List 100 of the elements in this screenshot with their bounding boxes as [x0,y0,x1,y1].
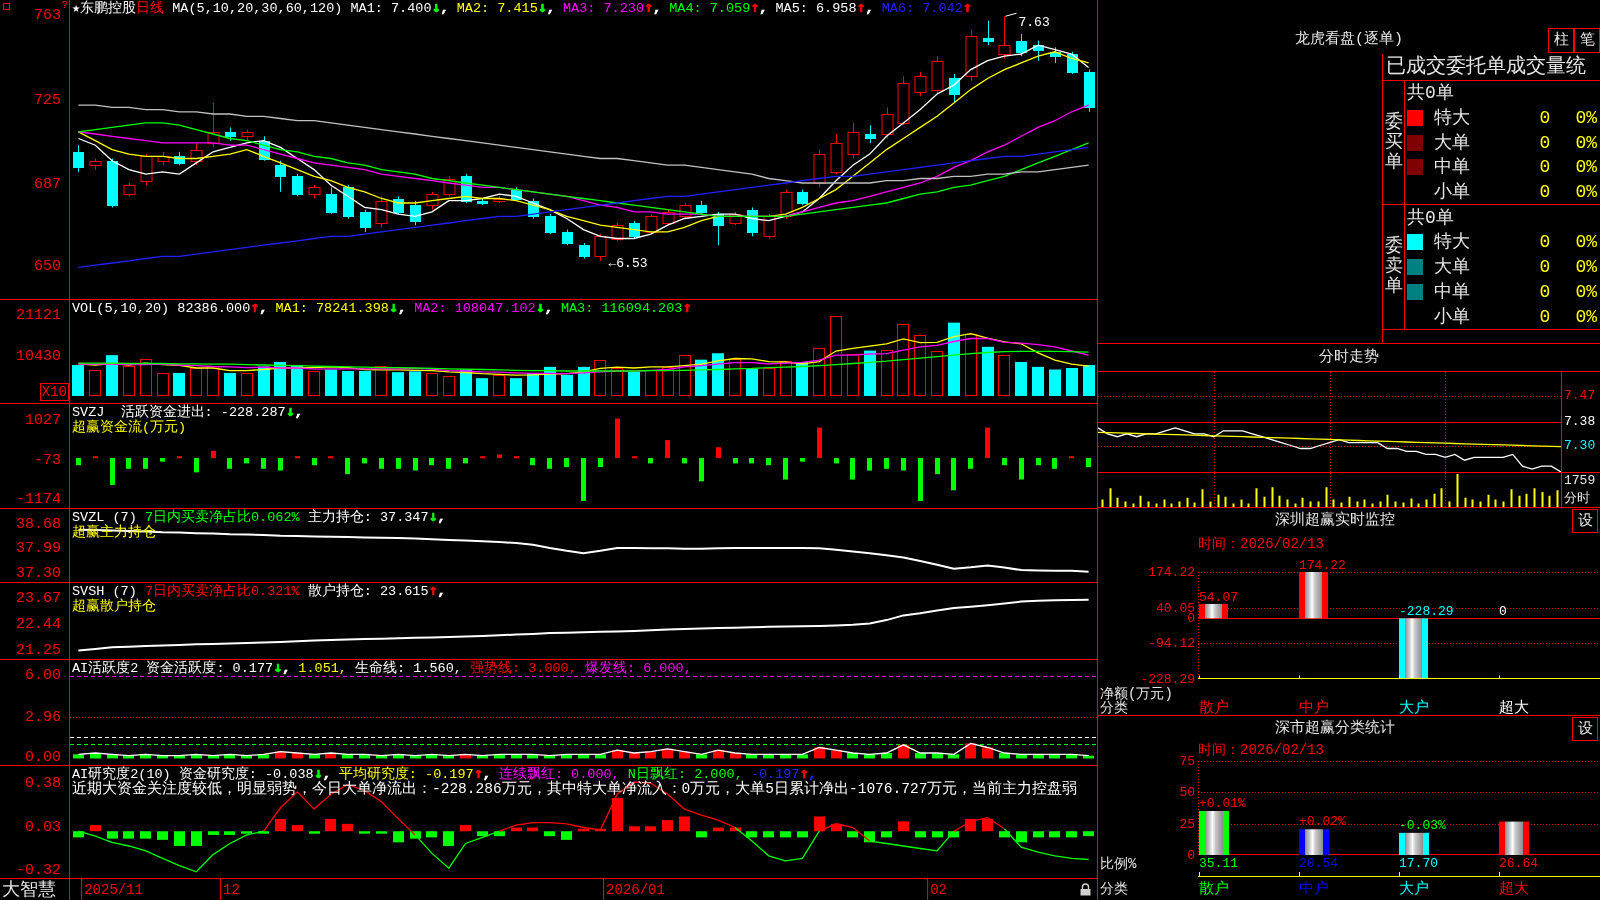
fund-flow-bar [530,458,535,466]
volume-bar [881,350,893,396]
activity-bar [1066,754,1077,759]
fund-flow-bar [1052,458,1057,469]
axis-tick-label: -73 [34,452,61,469]
panel-title: 龙虎看盘(逐单) [1295,31,1403,49]
volume-bar [173,372,185,396]
activity-bar [645,751,656,759]
research-bar [629,826,640,832]
candlestick [949,73,960,104]
candlestick [813,149,826,188]
activity-bar [763,754,774,759]
view-toggle-button[interactable]: 柱 [1548,28,1574,53]
axis-tick-label: -228.29 [1140,671,1195,687]
candlestick [865,124,876,144]
activity-bar [342,754,353,759]
research-bar [1049,831,1060,838]
indicator-readout: SVSH (7) 7日内买卖净占比0.321% 散户持仓: 23.615↑, [72,583,446,599]
order-size-label: 大单 [1434,257,1470,278]
fund-flow-bar [581,458,586,501]
research-bar [107,831,118,839]
axis-unit-label: 分时 [1564,491,1590,507]
axis-tick-label: -1174 [16,492,61,509]
settings-button[interactable]: 设 [1572,509,1598,533]
axis-tick-label: 0.38 [25,776,61,793]
volume-bar [476,378,488,396]
research-bar [595,828,606,832]
axis-tick-label: 1027 [25,413,61,430]
candlestick [308,184,321,199]
activity-bar [948,754,959,759]
volume-bar [561,374,573,396]
fund-flow-bar [598,458,603,467]
candlestick [241,129,254,142]
fund-flow-bar [985,427,990,458]
research-bar [999,831,1010,838]
volume-bar [241,373,253,396]
research-bar [679,816,690,832]
activity-bar [140,754,151,759]
research-bar [763,831,774,838]
fund-flow-bar [345,458,350,475]
research-bar [174,831,185,846]
activity-bar [426,754,437,759]
activity-bar [443,755,454,759]
indicator-readout: SVZJ 活跃资金进出: -228.287↓, [72,404,303,420]
candlestick [914,71,927,97]
fund-flow-bar [834,458,839,464]
group-label: 委卖单 [1384,237,1403,297]
activity-bar [713,750,724,759]
axis-tick-label: 7.47 [1564,387,1596,404]
research-bar [948,831,959,838]
fund-flow-bar [699,458,704,482]
view-toggle-button[interactable]: 笔 [1574,28,1600,53]
activity-bar [325,752,336,759]
volume-bar [594,360,606,396]
fund-flow-bar [1069,456,1074,459]
research-bar [325,818,336,832]
fund-flow-bar [951,458,956,491]
research-bar [561,831,572,840]
axis-tick-label: 50 [1179,784,1195,800]
fund-flow-bar [429,458,434,466]
lock-icon[interactable] [1080,883,1091,896]
candlestick [275,160,286,193]
activity-bar [1033,754,1044,759]
order-share: 0% [1575,132,1597,153]
order-share: 0% [1575,281,1597,302]
research-bar [898,821,909,832]
volume-bar [426,373,438,396]
volume-bar [308,371,320,396]
settings-button[interactable]: 设 [1572,717,1598,741]
axis-tick-label: 37.30 [16,565,61,582]
research-bar [1033,831,1044,838]
volume-bar [493,375,505,396]
volume-bar [1083,365,1095,396]
candlestick [662,209,675,226]
activity-bar [1083,755,1094,759]
volume-bar [763,368,775,396]
candlestick [897,75,910,126]
candlestick [881,106,894,139]
volume-bar [813,348,825,396]
research-bar [527,827,538,832]
candlestick [292,173,303,197]
value-label: -228.29 [1399,604,1454,620]
fund-flow-bar [295,456,300,459]
flag-mark: ? [61,0,68,11]
volume-bar [965,334,977,396]
candlestick [190,142,203,166]
activity-bar [258,754,269,759]
bar [1299,572,1328,619]
research-bar [544,831,555,837]
activity-bar [982,747,993,759]
volume-bar [72,365,84,396]
candlestick [747,206,758,237]
activity-bar [1049,754,1060,759]
volume-bar [190,368,202,396]
value-label: 17.70 [1399,856,1438,871]
research-bar [915,831,926,838]
fund-flow-bar [244,458,249,464]
research-bar [965,818,976,832]
activity-bar [696,754,707,759]
fund-flow-bar [312,458,317,466]
